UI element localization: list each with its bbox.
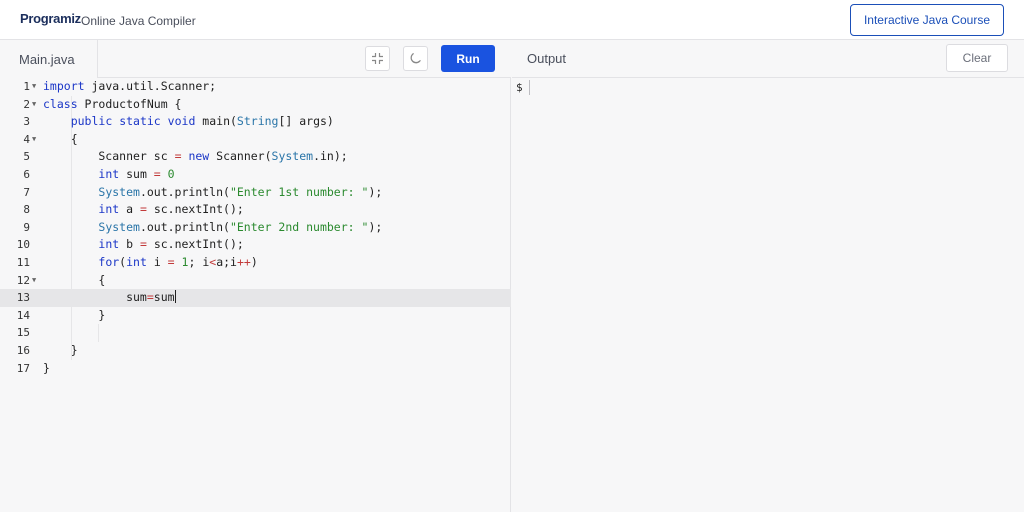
code-line: 15 bbox=[16, 326, 30, 340]
run-button[interactable]: Run bbox=[441, 45, 495, 72]
code-editor-panel: Main.java Run 1 ▼ import java.util.Scanner… bbox=[0, 40, 511, 512]
tab-main-java[interactable]: Main.java bbox=[0, 40, 98, 78]
dark-mode-toggle[interactable] bbox=[403, 46, 428, 71]
code-line: 16 } bbox=[16, 342, 78, 357]
moon-icon bbox=[410, 53, 421, 64]
page-title: Online Java Compiler bbox=[81, 14, 196, 28]
programiz-logo[interactable]: Programiz bbox=[20, 11, 81, 26]
code-line: 2 ▼ class ProductofNum { bbox=[23, 96, 182, 111]
clear-button[interactable]: Clear bbox=[946, 44, 1008, 72]
interactive-java-course-button[interactable]: Interactive Java Course bbox=[850, 4, 1004, 36]
code-line: 3 public static void main(String[] args) bbox=[23, 114, 334, 129]
code-line: 7 System.out.println("Enter 1st number: … bbox=[23, 184, 383, 199]
code-line: 6 int sum = 0 bbox=[23, 166, 175, 181]
collapse-icon bbox=[372, 53, 383, 64]
code-area[interactable]: 1 ▼ import java.util.Scanner; 2 ▼ class Prod… bbox=[0, 78, 511, 377]
text-caret bbox=[174, 290, 176, 304]
output-title: Output bbox=[527, 51, 567, 66]
code-line: 8 int a = sc.nextInt(); bbox=[23, 202, 244, 217]
code-line: 1 ▼ import java.util.Scanner; bbox=[23, 79, 217, 93]
collapse-button[interactable] bbox=[365, 46, 390, 71]
code-line: 9 System.out.println("Enter 2nd number: … bbox=[23, 219, 383, 234]
code-line: 12 ▼ { bbox=[16, 272, 106, 287]
code-line: 17} bbox=[16, 360, 50, 375]
terminal-prompt: $ bbox=[516, 81, 523, 94]
code-line: 11 for(int i = 1; i<a;i++) bbox=[16, 254, 258, 269]
code-line: 4 ▼ { bbox=[23, 131, 78, 146]
code-line: 5 Scanner sc = new Scanner(System.in); bbox=[23, 149, 348, 164]
code-line: 14 } bbox=[16, 307, 106, 322]
output-header: Output Clear bbox=[512, 40, 1024, 78]
editor-toolbar: Main.java Run bbox=[0, 40, 511, 78]
code-line-active: 13 sum=sum bbox=[0, 289, 511, 307]
code-line: 10 int b = sc.nextInt(); bbox=[16, 237, 244, 252]
terminal-input[interactable] bbox=[529, 80, 530, 95]
output-panel: Output Clear $ bbox=[512, 40, 1024, 512]
top-bar: Programiz Online Java Compiler Interacti… bbox=[0, 0, 1024, 40]
